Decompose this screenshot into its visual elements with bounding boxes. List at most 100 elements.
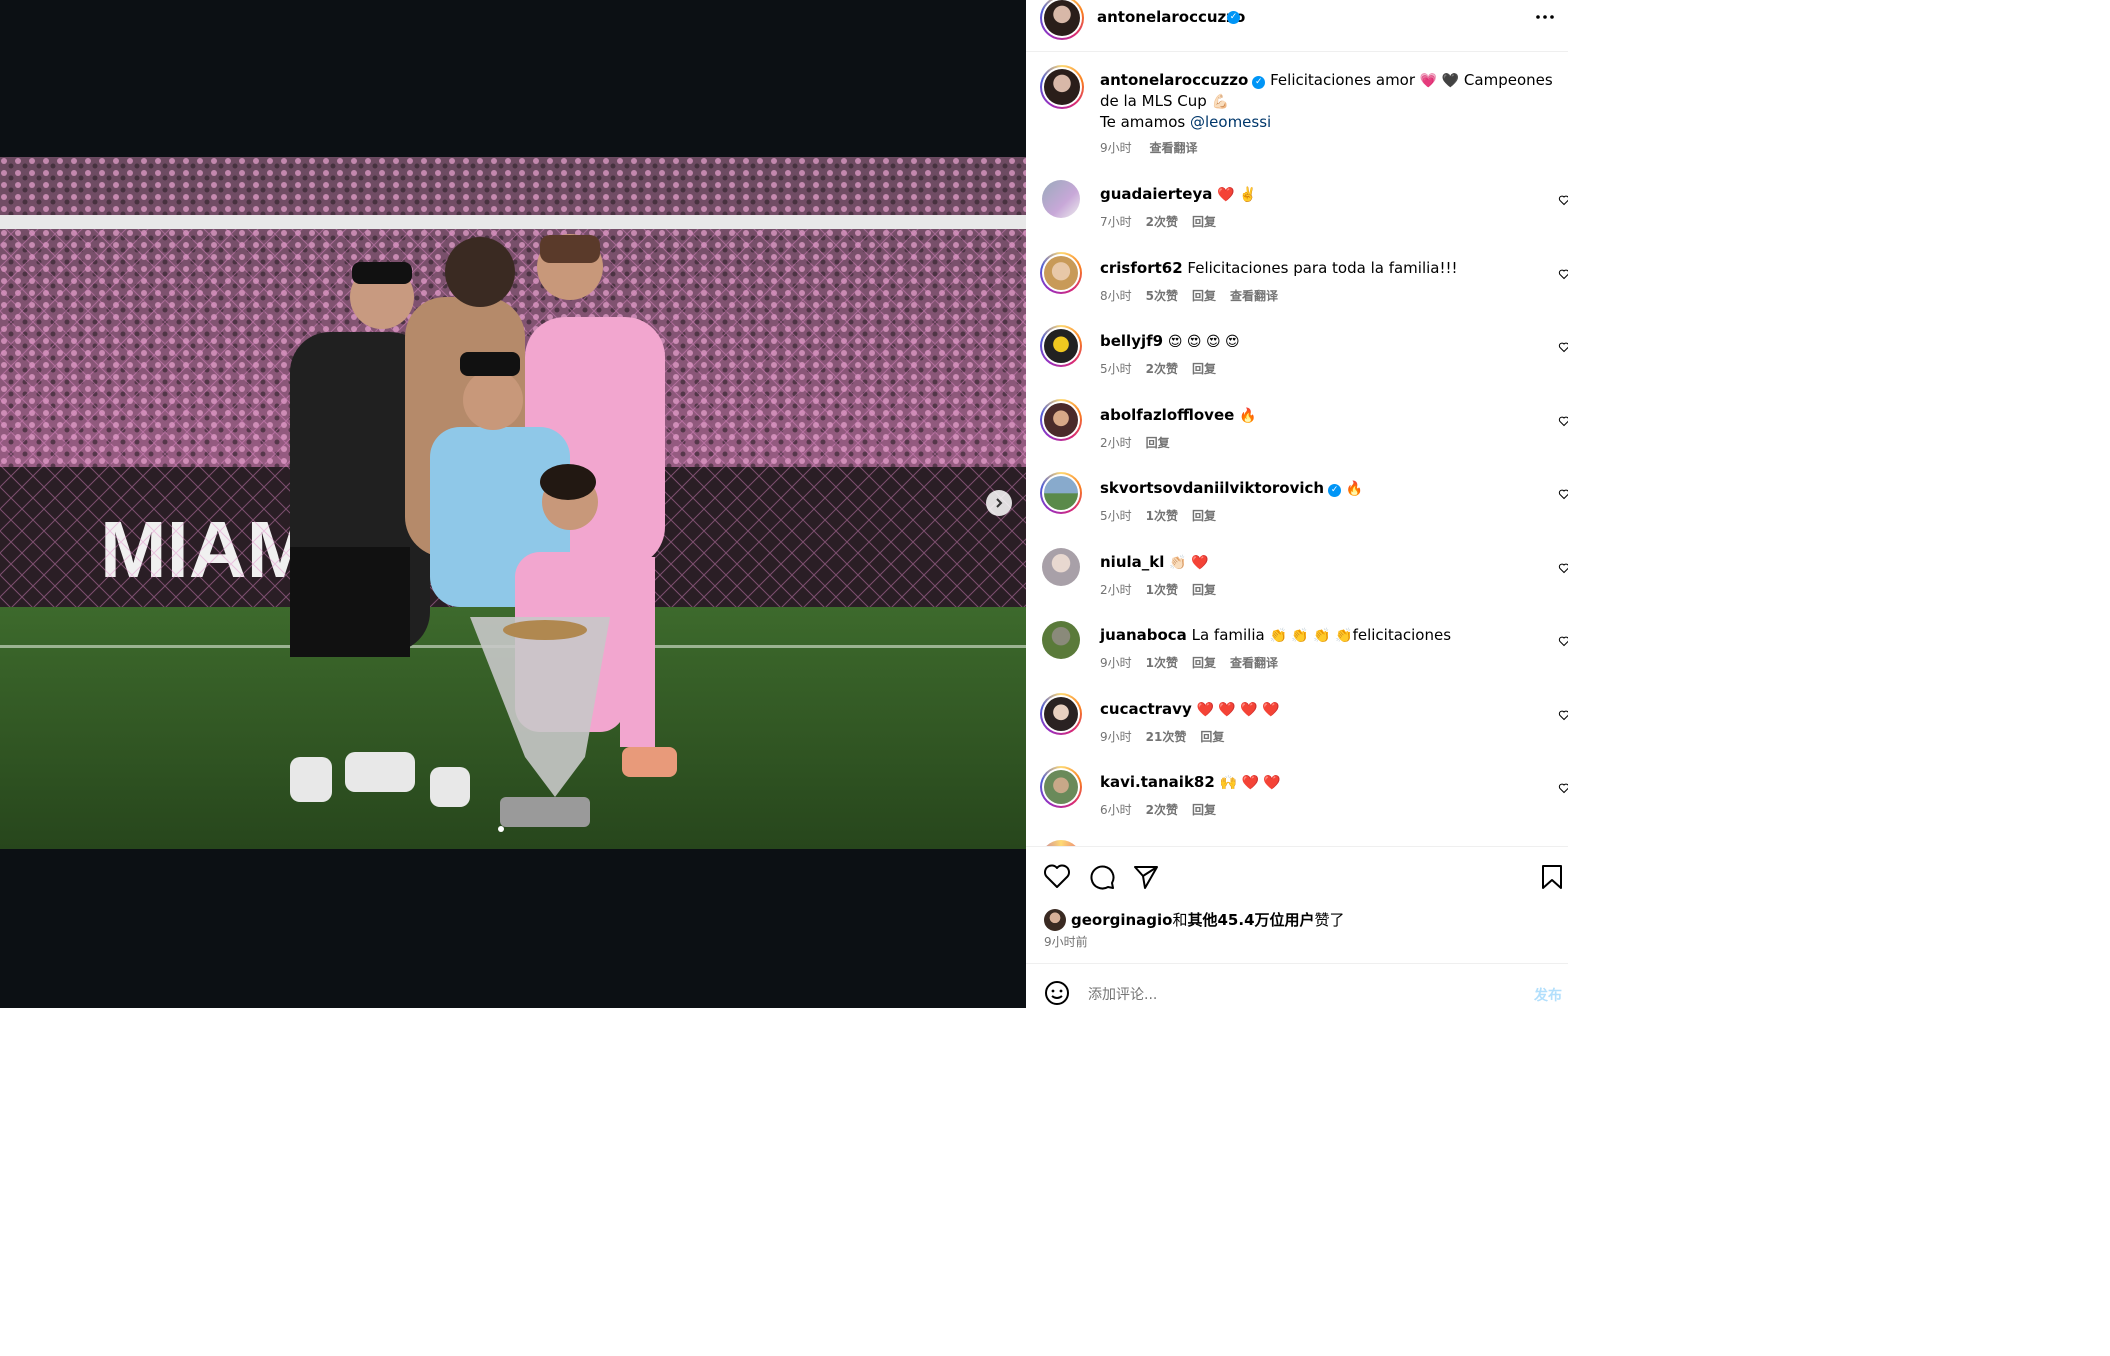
reply-button[interactable]: 回复: [1192, 656, 1216, 670]
author-username[interactable]: antonelaroccuzzo: [1097, 8, 1245, 26]
reply-button[interactable]: 回复: [1200, 730, 1224, 744]
comment-time: 7小时: [1100, 215, 1132, 229]
post-time: 9小时: [1100, 141, 1132, 155]
post-comment-button[interactable]: 发布: [1534, 985, 1562, 1005]
avatar[interactable]: [1042, 621, 1080, 659]
comment-username[interactable]: guadaierteya: [1100, 185, 1212, 203]
comment-username[interactable]: crisfort62: [1100, 259, 1183, 277]
emoji-icon[interactable]: [1044, 980, 1070, 1006]
caption-username[interactable]: antonelaroccuzzo: [1100, 71, 1248, 89]
comment-username[interactable]: bellyjf9: [1100, 332, 1163, 350]
bookmark-icon[interactable]: [1540, 863, 1564, 891]
caption-emoji: 💪🏻: [1211, 94, 1229, 110]
comment-username[interactable]: cucactravy: [1100, 700, 1192, 718]
comment-text: La familia: [1191, 626, 1265, 644]
avatar[interactable]: [1042, 548, 1080, 586]
likes-suffix: 赞了: [1314, 911, 1345, 929]
comment-emoji: 🔥: [1345, 481, 1364, 497]
avatar[interactable]: [1040, 252, 1082, 294]
comment-list: guadaierteya ❤️ ✌️ 7小时 2次赞 回复 crisfort62 F…: [1026, 170, 1568, 846]
media-viewer: MIAMI: [0, 0, 1026, 1008]
comment-username[interactable]: niula_kl: [1100, 553, 1164, 571]
comment-likes[interactable]: 1次赞: [1146, 583, 1178, 597]
caption-avatar[interactable]: [1040, 65, 1084, 109]
post-photo[interactable]: MIAMI: [0, 157, 1026, 849]
likes-summary: georginagio和其他45.4万位用户赞了 9小时前: [1044, 906, 1564, 956]
author-avatar[interactable]: [1040, 0, 1084, 40]
heart-icon[interactable]: [1558, 562, 1568, 574]
comment-item: guadaierteya ❤️ ✌️ 7小时 2次赞 回复: [1040, 178, 1568, 238]
comment-time: 9小时: [1100, 656, 1132, 670]
comment-time: 2小时: [1100, 583, 1132, 597]
avatar[interactable]: [1040, 472, 1082, 514]
translate-link[interactable]: 查看翻译: [1149, 141, 1197, 155]
avatar[interactable]: [1040, 325, 1082, 367]
reply-button[interactable]: 回复: [1192, 215, 1216, 229]
comment-item: skvortsovdaniilviktorovich ✓ 🔥 5小时 1次赞 回复: [1040, 472, 1568, 532]
comment-likes[interactable]: 2次赞: [1146, 215, 1178, 229]
verified-badge-icon: ✓: [1227, 11, 1240, 24]
reply-button[interactable]: 回复: [1192, 509, 1216, 523]
comment-time: 6小时: [1100, 803, 1132, 817]
more-options-button[interactable]: [1534, 8, 1556, 26]
more-options-icon: [1536, 15, 1554, 19]
heart-icon[interactable]: [1558, 341, 1568, 353]
avatar[interactable]: [1040, 693, 1082, 735]
comment-item: kavi.tanaik82 🙌 ❤️ ❤️ 6小时 2次赞 回复: [1040, 766, 1568, 826]
reply-button[interactable]: 回复: [1192, 362, 1216, 376]
post-panel: antonelaroccuzzo ✓ antonelaroccuzzo ✓ Fel…: [1026, 0, 1568, 1008]
mention-link[interactable]: @leomessi: [1190, 113, 1271, 131]
post-header: antonelaroccuzzo ✓: [1026, 0, 1568, 52]
heart-icon[interactable]: [1558, 194, 1568, 206]
avatar[interactable]: [1042, 180, 1080, 218]
reply-button[interactable]: 回复: [1192, 289, 1216, 303]
caption-text: Te amamos: [1100, 113, 1186, 131]
comment-time: 9小时: [1100, 730, 1132, 744]
comment-emoji: ❤️ ❤️ ❤️ ❤️: [1196, 702, 1280, 718]
comment-emoji: 👏 👏 👏 👏: [1269, 628, 1353, 644]
comment-input[interactable]: [1086, 982, 1510, 1008]
likes-count[interactable]: 其他45.4万位用户: [1188, 911, 1315, 929]
comment-composer: 发布: [1026, 963, 1568, 1009]
comment-icon[interactable]: [1088, 863, 1116, 891]
verified-badge-icon: ✓: [1252, 76, 1266, 89]
next-arrow-button[interactable]: [986, 490, 1012, 516]
heart-icon[interactable]: [1558, 782, 1568, 794]
comment-likes[interactable]: 21次赞: [1146, 730, 1187, 744]
comment-text: Felicitaciones para toda la familia!!!: [1187, 259, 1458, 277]
liker-avatar[interactable]: [1044, 909, 1066, 931]
comment-item: bellyjf9 😍 😍 😍 😍 5小时 2次赞 回复: [1040, 325, 1568, 385]
reply-button[interactable]: 回复: [1192, 803, 1216, 817]
avatar[interactable]: [1040, 766, 1082, 808]
comment-emoji: 🙌 ❤️ ❤️: [1219, 775, 1281, 791]
comment-likes[interactable]: 2次赞: [1146, 362, 1178, 376]
reply-button[interactable]: 回复: [1146, 436, 1170, 450]
photo-illustration: MIAMI: [0, 157, 1026, 849]
verified-badge-icon: ✓: [1328, 484, 1342, 497]
reply-button[interactable]: 回复: [1192, 583, 1216, 597]
comment-time: 5小时: [1100, 362, 1132, 376]
translate-link[interactable]: 查看翻译: [1230, 289, 1278, 303]
comment-username[interactable]: skvortsovdaniilviktorovich: [1100, 479, 1324, 497]
comment-likes[interactable]: 5次赞: [1146, 289, 1178, 303]
likes-conjunction: 和: [1172, 911, 1188, 929]
heart-icon[interactable]: [1043, 863, 1071, 889]
liker-username[interactable]: georginagio: [1071, 911, 1172, 929]
caption: antonelaroccuzzo ✓ Felicitaciones amor 💗 …: [1040, 65, 1560, 160]
comment-text: felicitaciones: [1352, 626, 1452, 644]
heart-icon[interactable]: [1558, 635, 1568, 647]
comment-username[interactable]: kavi.tanaik82: [1100, 773, 1215, 791]
heart-icon[interactable]: [1558, 415, 1568, 427]
heart-icon[interactable]: [1558, 488, 1568, 500]
comment-likes[interactable]: 1次赞: [1146, 509, 1178, 523]
comment-likes[interactable]: 1次赞: [1146, 656, 1178, 670]
avatar[interactable]: [1040, 399, 1082, 441]
comment-username[interactable]: juanaboca: [1100, 626, 1187, 644]
share-icon[interactable]: [1132, 863, 1160, 891]
post-date: 9小时前: [1044, 935, 1088, 949]
comment-likes[interactable]: 2次赞: [1146, 803, 1178, 817]
comment-username[interactable]: abolfazlofflovee: [1100, 406, 1234, 424]
heart-icon[interactable]: [1558, 709, 1568, 721]
heart-icon[interactable]: [1558, 268, 1568, 280]
translate-link[interactable]: 查看翻译: [1230, 656, 1278, 670]
